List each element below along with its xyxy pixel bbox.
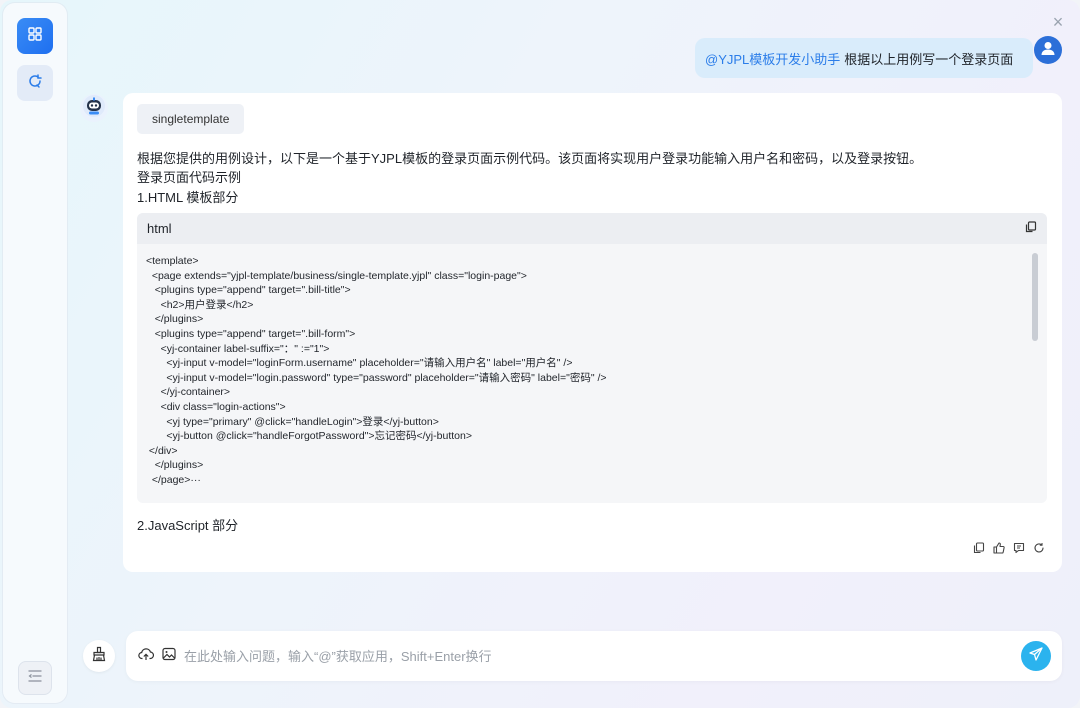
code-line: <yj type="primary" @click="handleLogin">… (146, 415, 439, 428)
code-line: </div> (146, 444, 178, 457)
code-line: <yj-input v-model="login.password" type=… (146, 371, 607, 384)
code-line: </plugins> (146, 459, 204, 472)
send-icon (1029, 646, 1043, 666)
regenerate-icon (1033, 541, 1045, 559)
copy-code-button[interactable] (1025, 220, 1037, 238)
upload-button[interactable] (138, 646, 155, 667)
copy-message-button[interactable] (972, 541, 986, 559)
code-block: html <template> <page extends="yjpl-temp… (137, 213, 1047, 503)
collapse-sidebar-button[interactable] (18, 661, 52, 695)
code-content: <template> <page extends="yjpl-template/… (137, 244, 1047, 503)
image-icon (162, 647, 176, 666)
collapse-menu-icon (28, 669, 42, 688)
code-line: <plugins type="append" target=".bill-tit… (146, 284, 351, 297)
copy-icon (1025, 220, 1037, 237)
new-chat-button[interactable] (17, 65, 53, 101)
new-chat-icon (27, 73, 43, 94)
close-icon: × (1052, 12, 1064, 32)
code-line: <plugins type="append" target=".bill-for… (146, 327, 356, 340)
code-line: </yj-container> (146, 386, 231, 399)
code-line: <yj-container label-suffix="：" :="1"> (146, 342, 330, 355)
template-tag[interactable]: singletemplate (137, 104, 245, 134)
sidebar (3, 3, 67, 703)
code-line: </page>··· (146, 473, 201, 486)
code-line: <yj-button @click="handleForgotPassword"… (146, 430, 472, 443)
app-window: × @YJPL模板开发小助手 根据以上用例写一个登录页面 singletempl… (0, 0, 1080, 708)
copy-icon (973, 541, 985, 559)
robot-avatar-icon (82, 94, 106, 123)
apps-button[interactable] (17, 18, 53, 54)
code-line: <div class="login-actions"> (146, 400, 286, 413)
user-message-text: 根据以上用例写一个登录页面 (844, 51, 1014, 67)
code-line: <yj-input v-model="loginForm.username" p… (146, 357, 573, 370)
user-avatar-icon (1039, 39, 1057, 62)
regenerate-button[interactable] (1032, 543, 1046, 557)
send-button[interactable] (1021, 641, 1051, 671)
code-line: </plugins> (146, 313, 204, 326)
message-actions (972, 541, 1046, 559)
close-button[interactable]: × (1050, 12, 1066, 32)
broom-icon (91, 646, 107, 667)
apps-grid-icon (27, 26, 43, 47)
example-heading: 登录页面代码示例 (137, 170, 242, 185)
image-upload-button[interactable] (161, 647, 177, 666)
clear-chat-button[interactable] (83, 640, 115, 672)
chat-input[interactable] (184, 645, 1004, 667)
bot-message-card: singletemplate 根据您提供的用例设计，以下是一个基于YJPL模板的… (123, 93, 1062, 572)
user-avatar (1034, 36, 1062, 64)
code-language-label: html (147, 221, 172, 236)
section-html-title: 1.HTML 模板部分 (137, 190, 239, 205)
feedback-icon (1013, 541, 1025, 559)
code-line: <page extends="yjpl-template/business/si… (146, 269, 527, 282)
intro-text: 根据您提供的用例设计，以下是一个基于YJPL模板的登录页面示例代码。该页面将实现… (137, 151, 923, 166)
thumbs-up-icon (993, 541, 1005, 559)
like-button[interactable] (992, 541, 1006, 559)
code-scrollbar[interactable] (1032, 253, 1038, 341)
composer (126, 631, 1062, 681)
bot-avatar (80, 94, 108, 122)
feedback-button[interactable] (1012, 541, 1026, 559)
code-line: <h2>用户登录</h2> (146, 298, 254, 311)
code-block-header: html (137, 213, 1047, 244)
cloud-upload-icon (138, 646, 155, 667)
section-js-title: 2.JavaScript 部分 (137, 518, 239, 533)
user-message-bubble: @YJPL模板开发小助手 根据以上用例写一个登录页面 (695, 38, 1034, 78)
code-line: <template> (146, 255, 199, 267)
assistant-mention[interactable]: @YJPL模板开发小助手 (705, 49, 840, 68)
